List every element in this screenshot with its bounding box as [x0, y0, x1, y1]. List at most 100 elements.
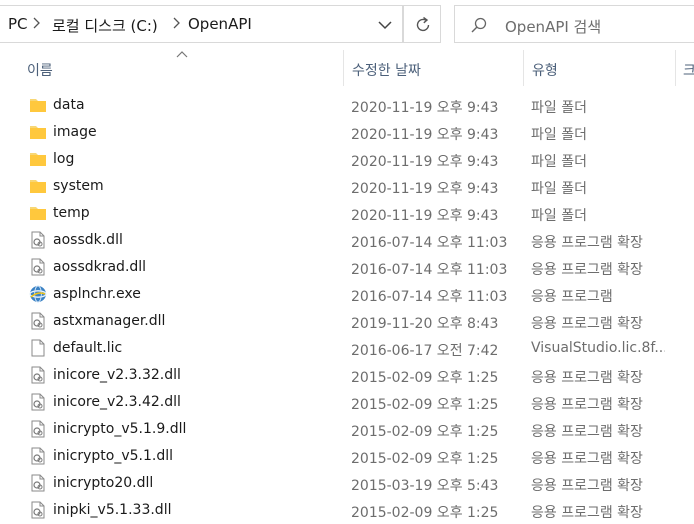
file-row[interactable]: image 2020-11-19 오후 9:43 파일 폴더 — [0, 119, 694, 146]
search-input[interactable]: OpenAPI 검색 — [505, 16, 601, 37]
file-type: VisualStudio.lic.8f... — [531, 340, 665, 356]
file-row[interactable]: inicrypto_v5.1.9.dll 2015-02-09 오후 1:25 응용… — [0, 416, 694, 443]
file-date-modified: 2015-02-09 오후 1:25 — [351, 424, 499, 440]
file-type: 응용 프로그램 확장 — [531, 370, 643, 386]
file-row[interactable]: inicrypto20.dll 2015-03-19 오후 5:43 응용 프로그램… — [0, 470, 694, 497]
file-type: 파일 폴더 — [531, 154, 587, 170]
dll-file-icon — [28, 311, 48, 331]
breadcrumb-openapi[interactable]: OpenAPI — [188, 15, 252, 33]
file-name[interactable]: inicore_v2.3.32.dll — [53, 367, 181, 383]
file-type: 응용 프로그램 확장 — [531, 505, 643, 521]
sort-up-icon — [176, 51, 188, 58]
exe-globe-icon — [28, 284, 48, 304]
file-name[interactable]: inicrypto20.dll — [53, 475, 153, 491]
file-date-modified: 2019-11-20 오후 8:43 — [351, 316, 499, 332]
file-name[interactable]: image — [53, 124, 97, 140]
file-type: 응용 프로그램 확장 — [531, 451, 643, 467]
column-type[interactable]: 유형 — [532, 60, 558, 80]
folder-icon — [28, 176, 48, 196]
file-type: 응용 프로그램 확장 — [531, 316, 643, 332]
file-type: 응용 프로그램 — [531, 289, 613, 305]
file-type: 응용 프로그램 확장 — [531, 262, 643, 278]
file-name[interactable]: asplnchr.exe — [53, 286, 141, 302]
file-date-modified: 2016-07-14 오후 11:03 — [351, 289, 508, 305]
file-date-modified: 2020-11-19 오후 9:43 — [351, 127, 499, 143]
file-name[interactable]: inicrypto_v5.1.9.dll — [53, 421, 186, 437]
column-divider[interactable] — [523, 50, 524, 86]
column-date-modified[interactable]: 수정한 날짜 — [352, 60, 421, 80]
chevron-right-icon[interactable] — [172, 13, 182, 37]
folder-icon — [28, 203, 48, 223]
file-row[interactable]: inipki_v5.1.33.dll 2015-02-09 오후 1:25 응용 프… — [0, 497, 694, 524]
folder-icon — [28, 122, 48, 142]
file-type: 응용 프로그램 확장 — [531, 235, 643, 251]
file-row[interactable]: aossdkrad.dll 2016-07-14 오후 11:03 응용 프로그램 … — [0, 254, 694, 281]
file-date-modified: 2020-11-19 오후 9:43 — [351, 154, 499, 170]
file-type: 응용 프로그램 확장 — [531, 397, 643, 413]
file-name[interactable]: log — [53, 151, 74, 167]
file-name[interactable]: aossdkrad.dll — [53, 259, 146, 275]
file-date-modified: 2015-03-19 오후 5:43 — [351, 478, 499, 494]
dll-file-icon — [28, 473, 48, 493]
breadcrumb-pc[interactable]: PC — [8, 15, 28, 33]
file-name[interactable]: temp — [53, 205, 90, 221]
file-name[interactable]: astxmanager.dll — [53, 313, 165, 329]
dll-file-icon — [28, 500, 48, 520]
file-type: 파일 폴더 — [531, 127, 587, 143]
dll-file-icon — [28, 230, 48, 250]
file-date-modified: 2015-02-09 오후 1:25 — [351, 370, 499, 386]
column-name[interactable]: 이름 — [27, 60, 53, 80]
file-date-modified: 2016-07-14 오후 11:03 — [351, 262, 508, 278]
file-date-modified: 2020-11-19 오후 9:43 — [351, 208, 499, 224]
dll-file-icon — [28, 257, 48, 277]
file-row[interactable]: astxmanager.dll 2019-11-20 오후 8:43 응용 프로그램… — [0, 308, 694, 335]
file-date-modified: 2016-07-14 오후 11:03 — [351, 235, 508, 251]
search-field[interactable]: OpenAPI 검색 — [454, 5, 694, 43]
file-name[interactable]: data — [53, 97, 85, 113]
file-name[interactable]: system — [53, 178, 104, 194]
chevron-right-icon[interactable] — [32, 13, 42, 37]
search-icon — [471, 17, 487, 33]
dll-file-icon — [28, 365, 48, 385]
file-date-modified: 2020-11-19 오후 9:43 — [351, 100, 499, 116]
file-date-modified: 2015-02-09 오후 1:25 — [351, 451, 499, 467]
file-type: 파일 폴더 — [531, 100, 587, 116]
blank-file-icon — [28, 338, 48, 358]
file-name[interactable]: aossdk.dll — [53, 232, 123, 248]
breadcrumb-local-disk[interactable]: 로컬 디스크 (C:) — [52, 15, 158, 36]
file-name[interactable]: inicore_v2.3.42.dll — [53, 394, 181, 410]
file-date-modified: 2020-11-19 오후 9:43 — [351, 181, 499, 197]
file-name[interactable]: default.lic — [53, 340, 122, 356]
file-row[interactable]: system 2020-11-19 오후 9:43 파일 폴더 — [0, 173, 694, 200]
file-row[interactable]: default.lic 2016-06-17 오전 7:42 VisualStudi… — [0, 335, 694, 362]
file-date-modified: 2015-02-09 오후 1:25 — [351, 505, 499, 521]
refresh-button[interactable] — [403, 5, 441, 43]
file-date-modified: 2016-06-17 오전 7:42 — [351, 343, 499, 359]
file-name[interactable]: inicrypto_v5.1.dll — [53, 448, 173, 464]
folder-icon — [28, 149, 48, 169]
file-row[interactable]: inicrypto_v5.1.dll 2015-02-09 오후 1:25 응용 프… — [0, 443, 694, 470]
file-type: 파일 폴더 — [531, 208, 587, 224]
file-name[interactable]: inipki_v5.1.33.dll — [53, 502, 171, 518]
chevron-down-icon — [378, 21, 392, 30]
folder-icon — [28, 95, 48, 115]
file-type: 파일 폴더 — [531, 181, 587, 197]
file-row[interactable]: asplnchr.exe 2016-07-14 오후 11:03 응용 프로그램 — [0, 281, 694, 308]
column-divider[interactable] — [675, 50, 676, 86]
column-size[interactable]: 크 — [683, 60, 694, 80]
file-row[interactable]: temp 2020-11-19 오후 9:43 파일 폴더 — [0, 200, 694, 227]
file-row[interactable]: inicore_v2.3.32.dll 2015-02-09 오후 1:25 응용 … — [0, 362, 694, 389]
dll-file-icon — [28, 446, 48, 466]
dll-file-icon — [28, 392, 48, 412]
column-divider[interactable] — [343, 50, 344, 86]
address-history-dropdown-button[interactable] — [372, 14, 398, 36]
dll-file-icon — [28, 419, 48, 439]
file-row[interactable]: data 2020-11-19 오후 9:43 파일 폴더 — [0, 92, 694, 119]
file-type: 응용 프로그램 확장 — [531, 478, 643, 494]
file-type: 응용 프로그램 확장 — [531, 424, 643, 440]
file-row[interactable]: log 2020-11-19 오후 9:43 파일 폴더 — [0, 146, 694, 173]
file-row[interactable]: aossdk.dll 2016-07-14 오후 11:03 응용 프로그램 확장 — [0, 227, 694, 254]
file-row[interactable]: inicore_v2.3.42.dll 2015-02-09 오후 1:25 응용 … — [0, 389, 694, 416]
refresh-icon — [416, 16, 430, 32]
address-bar: PC 로컬 디스크 (C:) OpenAPI OpenAPI 검색 — [0, 0, 694, 50]
